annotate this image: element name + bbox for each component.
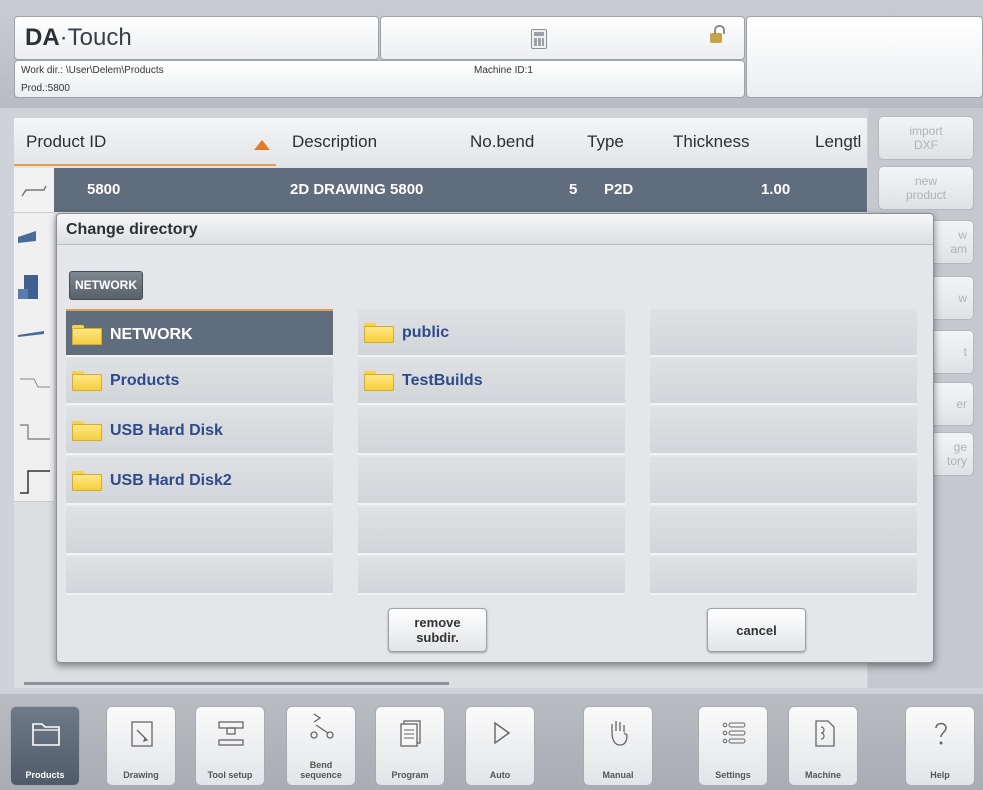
nav-products[interactable]: Products [10,706,80,786]
question-icon [935,722,947,745]
product-thumbnail[interactable] [14,357,54,406]
remove-subdir-button[interactable]: remove subdir. [388,608,487,652]
bend-sequence-icon [310,713,334,739]
status-icon-box [380,16,745,60]
dialog-title-bar: Change directory [57,214,933,245]
dir-item-network[interactable]: NETWORK [66,309,333,357]
col-header-description[interactable]: Description [292,132,377,152]
nav-auto[interactable]: Auto [465,706,535,786]
dialog-title: Change directory [66,221,198,238]
dir-item-empty [650,407,917,455]
folder-icon [72,421,102,441]
part-3d-icon [18,275,38,299]
change-directory-dialog: Change directory NETWORK NETWORK Product… [56,213,934,663]
dir-item-empty [650,557,917,595]
folder-icon [72,325,102,345]
dir-item-empty [358,507,625,555]
product-thumbnail[interactable] [14,453,54,502]
dir-item-empty [650,457,917,505]
cell-description: 2D DRAWING 5800 [290,181,424,198]
work-dir-label: Work dir.: \User\Delem\Products [21,65,164,76]
dir-item-empty [650,309,917,357]
table-row-selected[interactable]: 5800 2D DRAWING 5800 5 P2D 1.00 [14,168,867,213]
folder-icon [364,371,394,391]
directory-column-3 [650,309,917,595]
bend-shape-icon [20,470,50,494]
import-dxf-button[interactable]: import DXF [878,116,974,160]
unlocked-padlock-icon[interactable] [710,25,725,43]
press-tool-icon [218,721,244,746]
product-thumbnail[interactable] [14,309,54,358]
hand-icon [611,721,628,746]
folder-icon [32,723,60,746]
machine-document-icon [815,720,835,747]
nav-tool-setup[interactable]: Tool setup [195,706,265,786]
sort-ascending-icon[interactable] [254,140,270,150]
dir-item-empty [650,357,917,405]
dir-item-testbuilds[interactable]: TestBuilds [358,357,625,405]
col-header-no-bend[interactable]: No.bend [470,132,534,152]
part-3d-icon [18,231,36,243]
machine-id-label: Machine ID:1 [474,65,533,76]
nav-drawing[interactable]: Drawing [106,706,176,786]
folder-icon [364,323,394,343]
directory-column-1: NETWORK Products USB Hard Disk USB Hard … [66,309,333,595]
logo-box: DA·Touch [14,16,379,60]
cell-product-id: 5800 [87,181,121,198]
product-label: Prod.:5800 [21,83,70,94]
col-header-product-id[interactable]: Product ID [26,132,106,152]
sort-indicator-line [14,164,276,166]
nav-program[interactable]: Program [375,706,445,786]
new-product-button[interactable]: new product [878,166,974,210]
cell-thickness: 1.00 [761,181,791,198]
info-box: Work dir.: \User\Delem\Products Prod.:58… [14,60,745,98]
cell-type: P2D [604,181,634,198]
col-header-length[interactable]: Lengtl [815,132,861,152]
dir-item-usb-hard-disk[interactable]: USB Hard Disk [66,407,333,455]
dir-item-empty [66,557,333,595]
product-thumbnail [14,168,54,213]
product-thumbnail[interactable] [14,213,54,262]
product-thumbnail[interactable] [14,405,54,454]
header-right-panel [746,16,983,98]
nav-manual[interactable]: Manual [583,706,653,786]
nav-bend-sequence[interactable]: Bend sequence [286,706,356,786]
table-header: Product ID Description No.bend Type Thic… [14,118,867,168]
directory-column-2: public TestBuilds [358,309,625,595]
dir-item-usb-hard-disk2[interactable]: USB Hard Disk2 [66,457,333,505]
nav-machine[interactable]: Machine [788,706,858,786]
list-settings-icon [722,722,746,744]
bend-shape-icon [20,424,50,440]
breadcrumb[interactable]: NETWORK [69,271,143,300]
product-thumbnail[interactable] [14,261,54,310]
nav-settings[interactable]: Settings [698,706,768,786]
dir-item-empty [358,557,625,595]
pages-icon [400,720,421,747]
dir-item-empty [358,457,625,505]
dir-item-empty [358,407,625,455]
bend-shape-icon [21,185,47,197]
col-header-thickness[interactable]: Thickness [673,132,750,152]
folder-icon [72,371,102,391]
dir-item-empty [650,507,917,555]
dir-item-public[interactable]: public [358,309,625,357]
bend-shape-icon [20,378,50,388]
col-header-type[interactable]: Type [587,132,624,152]
cell-no-bend: 5 [569,181,578,198]
folder-icon [72,471,102,491]
pencil-drawing-icon [131,721,153,747]
cancel-button[interactable]: cancel [707,608,806,652]
nav-help[interactable]: Help [905,706,975,786]
dir-item-products[interactable]: Products [66,357,333,405]
calculator-icon[interactable] [531,29,547,49]
da-touch-logo: DA·Touch [25,24,132,51]
part-3d-icon [18,331,44,337]
horizontal-scrollbar[interactable] [24,682,449,685]
bottom-navigation: Products Drawing Tool setup Bend sequence… [0,694,983,790]
play-icon [494,721,511,745]
dir-item-empty [66,507,333,555]
